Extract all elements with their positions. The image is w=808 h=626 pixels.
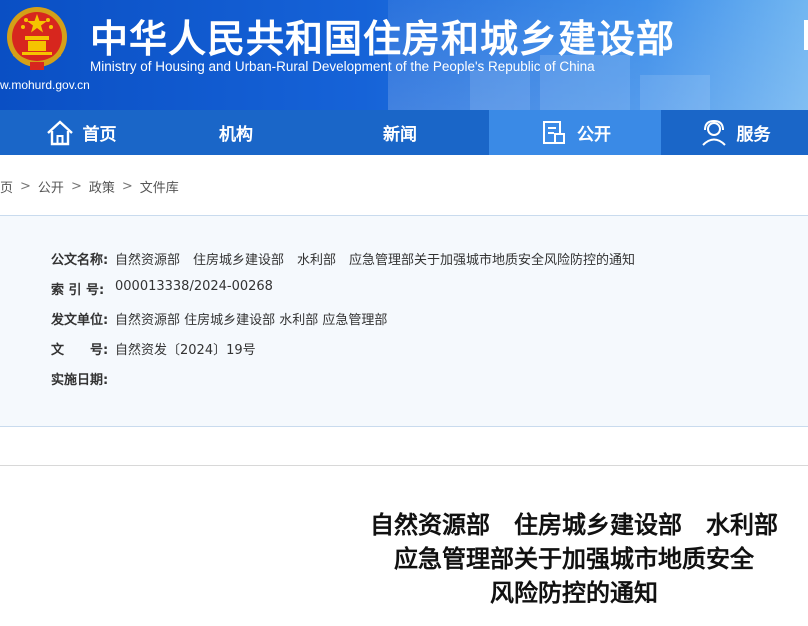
info-label: 文 号: (51, 343, 109, 358)
document-title: 自然资源部 住房城乡建设部 水利部 应急管理部关于加强城市地质安全 风险防控的通… (340, 508, 808, 610)
breadcrumb-public[interactable]: 公开 (38, 177, 64, 196)
document-info-box: 公文名称: 自然资源部 住房城乡建设部 水利部 应急管理部关于加强城市地质安全风… (0, 215, 808, 427)
breadcrumb-policy[interactable]: 政策 (89, 177, 115, 196)
site-title: 中华人民共和国住房和城乡建设部 (90, 17, 676, 61)
nav-item-service[interactable]: 服务 (661, 110, 808, 155)
site-subtitle: Ministry of Housing and Urban-Rural Deve… (90, 59, 595, 74)
info-row-title: 公文名称: 自然资源部 住房城乡建设部 水利部 应急管理部关于加强城市地质安全风… (51, 249, 635, 268)
national-emblem-icon[interactable] (4, 4, 70, 74)
breadcrumb-separator: > (70, 178, 82, 194)
nav-item-label: 机构 (219, 125, 253, 145)
info-label: 公文名称: (51, 253, 109, 268)
page: 中华人民共和国住房和城乡建设部 Ministry of Housing and … (0, 0, 808, 626)
breadcrumb: 页 > 公开 > 政策 > 文件库 (0, 176, 179, 196)
document-title-line: 应急管理部关于加强城市地质安全 (394, 545, 754, 573)
header-building-shape (470, 70, 530, 110)
nav-item-public[interactable]: 公开 (489, 110, 661, 155)
breadcrumb-separator: > (20, 178, 31, 194)
main-nav: 首页 机构 新闻 公开 服务 (0, 110, 808, 155)
nav-item-home[interactable]: 首页 (0, 110, 161, 155)
info-label: 实施日期: (51, 373, 109, 388)
breadcrumb-file-library[interactable]: 文件库 (140, 177, 179, 196)
home-icon (45, 118, 75, 148)
document-icon (539, 118, 569, 148)
user-service-icon (699, 118, 729, 148)
document-title-line: 风险防控的通知 (490, 579, 658, 607)
info-label: 索 引 号: (51, 283, 105, 298)
info-value: 自然资发〔2024〕19号 (115, 343, 256, 358)
info-row-document-number: 文 号: 自然资发〔2024〕19号 (51, 339, 256, 358)
header-edge-mark (804, 20, 808, 50)
nav-item-label: 公开 (577, 125, 611, 145)
nav-item-news[interactable]: 新闻 (311, 110, 489, 155)
nav-item-label: 服务 (736, 125, 771, 145)
info-row-effective-date: 实施日期: (51, 369, 115, 388)
header-building-shape (640, 75, 710, 110)
nav-item-label: 新闻 (383, 125, 417, 145)
document-title-line: 自然资源部 住房城乡建设部 水利部 (370, 511, 778, 539)
info-label: 发文单位: (51, 313, 109, 328)
breadcrumb-home[interactable]: 页 (0, 177, 13, 196)
info-value: 000013338/2024-00268 (115, 279, 273, 294)
nav-item-organization[interactable]: 机构 (161, 110, 311, 155)
info-row-index: 索 引 号: 000013338/2024-00268 (51, 279, 273, 298)
breadcrumb-separator: > (121, 178, 133, 194)
site-url[interactable]: w.mohurd.gov.cn (0, 78, 90, 92)
nav-item-label: 首页 (82, 125, 117, 145)
info-value: 自然资源部 住房城乡建设部 水利部 应急管理部关于加强城市地质安全风险防控的通知 (115, 253, 636, 268)
info-row-issuer: 发文单位: 自然资源部 住房城乡建设部 水利部 应急管理部 (51, 309, 387, 328)
content-divider (0, 465, 808, 466)
site-header: 中华人民共和国住房和城乡建设部 Ministry of Housing and … (0, 0, 808, 110)
info-value: 自然资源部 住房城乡建设部 水利部 应急管理部 (115, 313, 388, 328)
